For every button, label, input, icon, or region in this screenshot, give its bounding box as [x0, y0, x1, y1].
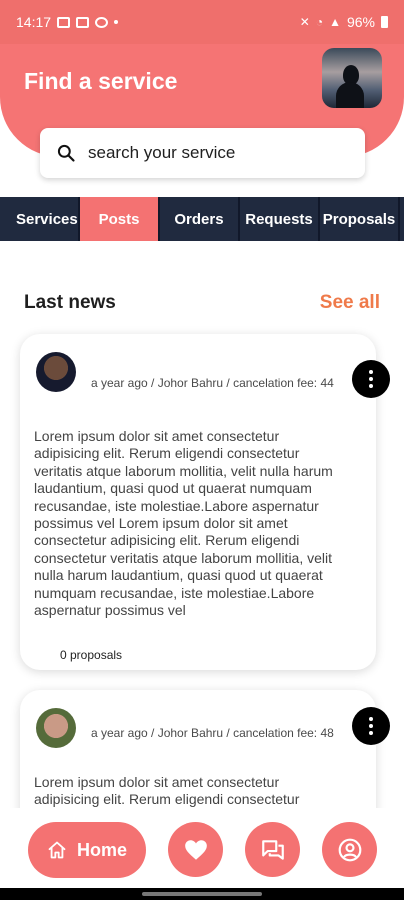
more-options-button[interactable] [352, 360, 390, 398]
post-card[interactable]: a year ago / Johor Bahru / cancelation f… [20, 334, 376, 670]
more-options-button[interactable] [352, 707, 390, 745]
dot-icon [369, 384, 373, 388]
image-icon [76, 16, 90, 28]
page-title: Find a service [24, 68, 178, 94]
chat-icon [261, 839, 284, 860]
search-icon [57, 144, 75, 162]
post-meta: a year ago / Johor Bahru / cancelation f… [91, 726, 334, 740]
messenger-icon [95, 16, 109, 28]
signal-icon: ▲ [329, 15, 341, 29]
tab-posts[interactable]: Posts [80, 197, 160, 241]
nav-profile-button[interactable] [322, 822, 377, 877]
section-title: Last news [24, 292, 116, 313]
home-indicator[interactable] [142, 892, 262, 896]
tab-orders[interactable]: Orders [160, 197, 240, 241]
dot-icon [369, 731, 373, 735]
nav-messages-button[interactable] [245, 822, 300, 877]
nav-home-button[interactable]: Home [28, 822, 146, 878]
dot-icon [369, 370, 373, 374]
post-body: Lorem ipsum dolor sit amet consectetur a… [34, 428, 333, 619]
battery-icon [381, 16, 388, 28]
heart-icon [184, 839, 207, 860]
status-bar: 14:17 ✕ ◔ ▲ 96% [0, 0, 404, 44]
bottom-navigation: Home [0, 808, 404, 888]
dot-icon [369, 377, 373, 381]
wifi-icon: ◔ [315, 15, 324, 29]
home-icon [48, 841, 66, 859]
status-time: 14:17 [16, 14, 52, 30]
system-navigation-bar [0, 888, 404, 900]
nav-home-label: Home [76, 839, 127, 860]
tab-services[interactable]: Services [0, 197, 80, 241]
dot-icon [369, 724, 373, 728]
notification-dot-icon [114, 20, 119, 24]
tab-proposals[interactable]: Proposals [320, 197, 400, 241]
mail-icon [57, 16, 71, 28]
tab-requests[interactable]: Requests [240, 197, 320, 241]
see-all-link[interactable]: See all [320, 292, 380, 314]
search-field[interactable]: search your service [40, 128, 365, 178]
category-tabs: Services Posts Orders Requests Proposals [0, 197, 404, 241]
battery-level: 96% [346, 14, 375, 30]
proposals-count: 0 proposals [60, 648, 123, 662]
search-placeholder: search your service [88, 143, 236, 162]
nav-favorites-button[interactable] [168, 822, 223, 877]
mute-icon: ✕ [299, 15, 310, 29]
account-icon [338, 838, 361, 861]
post-body: Lorem ipsum dolor sit amet consectetur a… [34, 774, 300, 808]
profile-avatar[interactable] [322, 48, 382, 108]
dot-icon [369, 717, 373, 721]
avatar [36, 708, 76, 748]
post-meta: a year ago / Johor Bahru / cancelation f… [91, 376, 334, 390]
avatar [36, 352, 76, 392]
section-header: Last news See all [24, 292, 380, 314]
